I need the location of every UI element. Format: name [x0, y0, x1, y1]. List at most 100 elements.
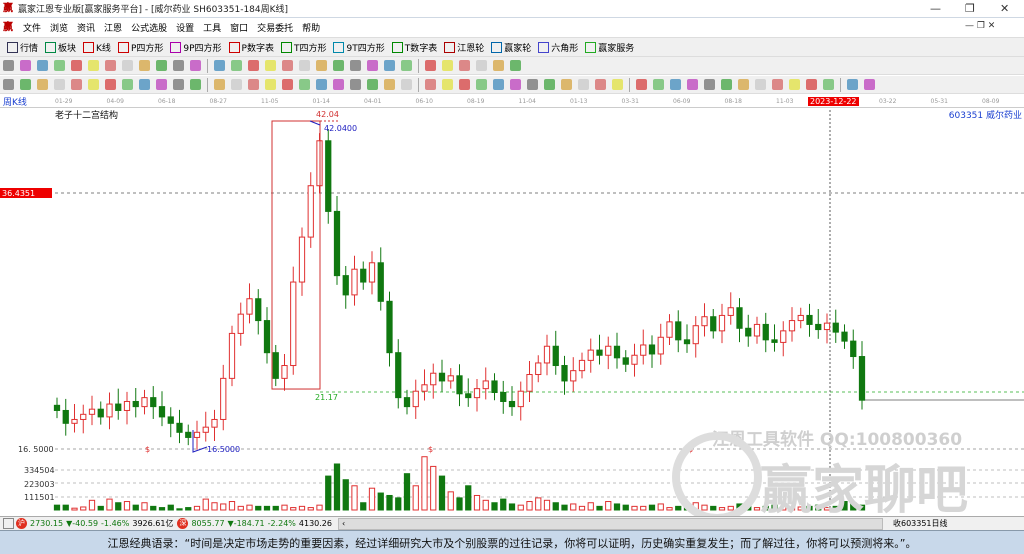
tool-icon[interactable]: [333, 60, 344, 71]
tool-icon[interactable]: [806, 79, 817, 90]
tool-icon[interactable]: [493, 60, 504, 71]
menu-item[interactable]: 设置: [176, 21, 194, 34]
tool-icon[interactable]: [595, 79, 606, 90]
toolbar-gann-wheel[interactable]: 江恩轮: [444, 41, 484, 54]
tool-icon[interactable]: [459, 79, 470, 90]
tool-icon[interactable]: [3, 60, 14, 71]
tool-icon[interactable]: [20, 79, 31, 90]
toolbar-t-square[interactable]: T四方形: [280, 41, 326, 54]
tool-icon[interactable]: [265, 60, 276, 71]
tool-icon[interactable]: [316, 60, 327, 71]
tool-icon[interactable]: [139, 60, 150, 71]
tool-icon[interactable]: [282, 60, 293, 71]
tool-icon[interactable]: [333, 79, 344, 90]
mdi-controls[interactable]: — ❐ ✕: [965, 21, 995, 31]
tool-icon[interactable]: [173, 79, 184, 90]
tool-icon[interactable]: [510, 79, 521, 90]
tool-icon[interactable]: [248, 79, 259, 90]
tool-icon[interactable]: [122, 60, 133, 71]
tool-icon[interactable]: [316, 79, 327, 90]
tool-icon[interactable]: [88, 60, 99, 71]
toolbar-p-square[interactable]: P四方形: [117, 41, 163, 54]
tool-icon[interactable]: [350, 79, 361, 90]
tool-icon[interactable]: [721, 79, 732, 90]
tool-icon[interactable]: [282, 79, 293, 90]
tool-icon[interactable]: [653, 79, 664, 90]
tool-icon[interactable]: [350, 60, 361, 71]
tool-icon[interactable]: [54, 60, 65, 71]
tool-icon[interactable]: [173, 60, 184, 71]
tool-icon[interactable]: [476, 79, 487, 90]
tool-icon[interactable]: [71, 60, 82, 71]
tool-icon[interactable]: [527, 79, 538, 90]
tool-icon[interactable]: [772, 79, 783, 90]
tool-icon[interactable]: [476, 60, 487, 71]
tool-icon[interactable]: [636, 79, 647, 90]
minimize-button[interactable]: —: [930, 2, 941, 15]
toolbar-dollar[interactable]: 赢家服务: [585, 41, 634, 54]
menu-item[interactable]: 公式选股: [131, 21, 167, 34]
tool-icon[interactable]: [105, 79, 116, 90]
tool-icon[interactable]: [442, 60, 453, 71]
tool-icon[interactable]: [401, 79, 412, 90]
tool-icon[interactable]: [231, 79, 242, 90]
toolbar-9p-square[interactable]: 9P四方形: [170, 41, 222, 54]
toolbar-blocks[interactable]: 板块: [45, 41, 76, 54]
menu-item[interactable]: 交易委托: [257, 21, 293, 34]
menu-item[interactable]: 浏览: [50, 21, 68, 34]
tool-icon[interactable]: [248, 60, 259, 71]
toolbar-pn-table[interactable]: P数字表: [228, 41, 274, 54]
menu-item[interactable]: 文件: [23, 21, 41, 34]
tool-icon[interactable]: [738, 79, 749, 90]
tool-icon[interactable]: [214, 79, 225, 90]
menu-item[interactable]: 资讯: [77, 21, 95, 34]
tool-icon[interactable]: [510, 60, 521, 71]
tool-icon[interactable]: [37, 79, 48, 90]
horizontal-scrollbar[interactable]: ‹: [337, 517, 883, 530]
tool-icon[interactable]: [442, 79, 453, 90]
tool-icon[interactable]: [687, 79, 698, 90]
tool-icon[interactable]: [561, 79, 572, 90]
toolbar-winner-wheel[interactable]: 赢家轮: [491, 41, 531, 54]
menu-item[interactable]: 窗口: [230, 21, 248, 34]
tool-icon[interactable]: [425, 79, 436, 90]
menu-item[interactable]: 工具: [203, 21, 221, 34]
tool-icon[interactable]: [493, 79, 504, 90]
tool-icon[interactable]: [789, 79, 800, 90]
tool-icon[interactable]: [88, 79, 99, 90]
tool-icon[interactable]: [20, 60, 31, 71]
tool-icon[interactable]: [704, 79, 715, 90]
tool-icon[interactable]: [367, 79, 378, 90]
toolbar-tn-table[interactable]: T数字表: [391, 41, 437, 54]
tool-icon[interactable]: [459, 60, 470, 71]
tool-icon[interactable]: [425, 60, 436, 71]
tool-icon[interactable]: [670, 79, 681, 90]
toolbar-hexagon[interactable]: 六角形: [538, 41, 578, 54]
tool-icon[interactable]: [122, 79, 133, 90]
maximize-button[interactable]: ❐: [965, 2, 975, 15]
tool-icon[interactable]: [37, 60, 48, 71]
tool-icon[interactable]: [299, 60, 310, 71]
tool-icon[interactable]: [231, 60, 242, 71]
tool-icon[interactable]: [139, 79, 150, 90]
tool-icon[interactable]: [265, 79, 276, 90]
tool-icon[interactable]: [54, 79, 65, 90]
tool-icon[interactable]: [190, 60, 201, 71]
grid-icon[interactable]: [3, 518, 14, 529]
tool-icon[interactable]: [544, 79, 555, 90]
tool-icon[interactable]: [755, 79, 766, 90]
tool-icon[interactable]: [384, 79, 395, 90]
tool-icon[interactable]: [3, 79, 14, 90]
tool-icon[interactable]: [384, 60, 395, 71]
menu-item[interactable]: 帮助: [302, 21, 320, 34]
tool-icon[interactable]: [367, 60, 378, 71]
close-button[interactable]: ✕: [1000, 2, 1009, 15]
tool-icon[interactable]: [105, 60, 116, 71]
tool-icon[interactable]: [401, 60, 412, 71]
tool-icon[interactable]: [190, 79, 201, 90]
tool-icon[interactable]: [299, 79, 310, 90]
tool-icon[interactable]: [214, 60, 225, 71]
tool-icon[interactable]: [612, 79, 623, 90]
tool-icon[interactable]: [156, 79, 167, 90]
toolbar-grid[interactable]: 行情: [7, 41, 38, 54]
